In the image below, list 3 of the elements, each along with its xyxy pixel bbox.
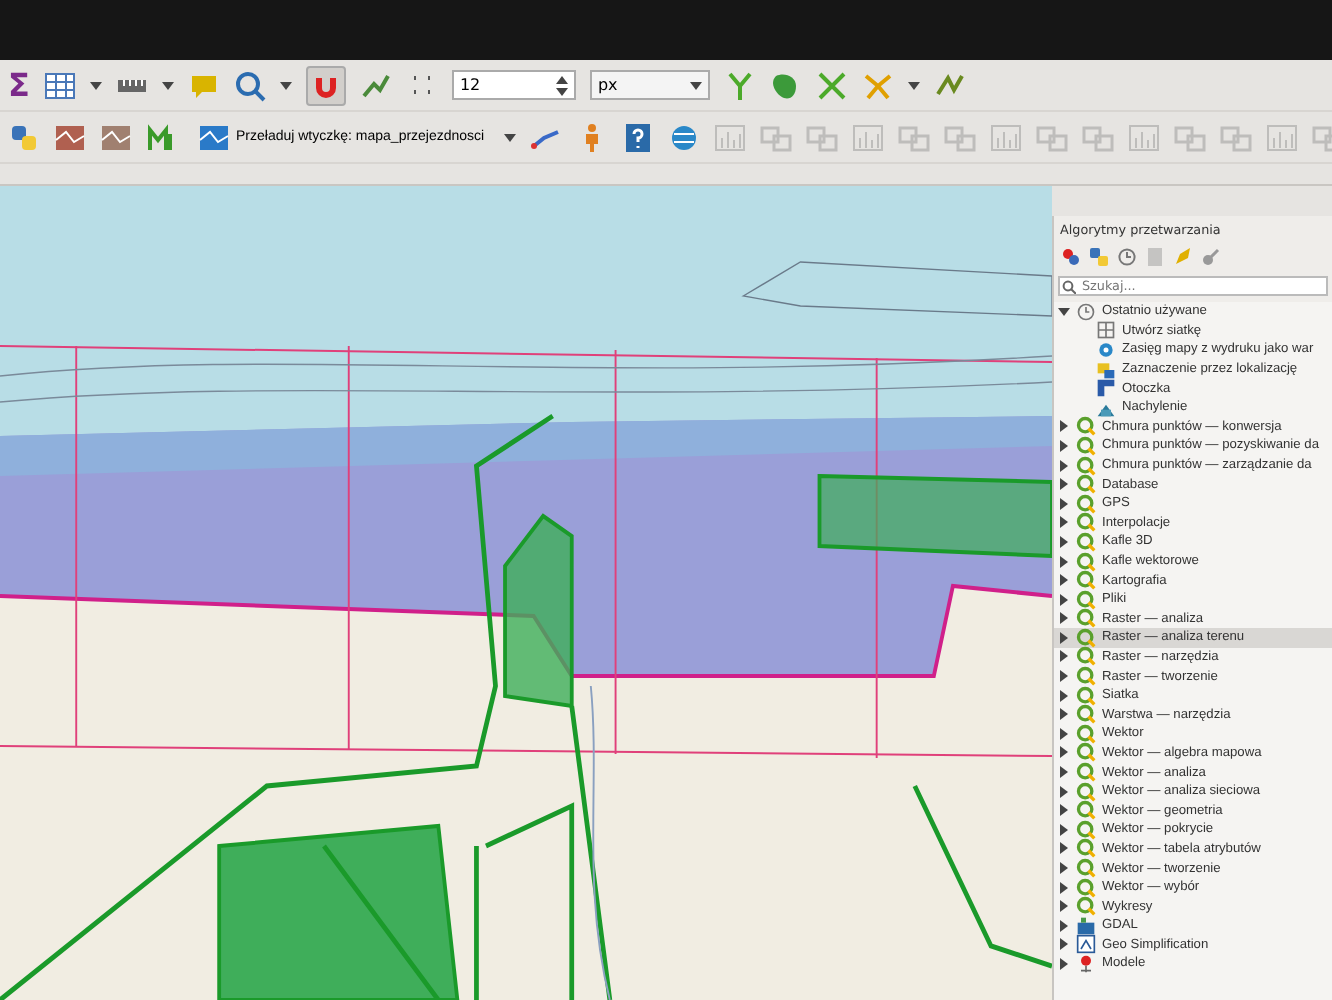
unit-dropdown[interactable]: px — [589, 70, 710, 100]
tolerance-field[interactable]: 12 — [451, 70, 576, 100]
sum-symbol[interactable]: Σ — [8, 66, 30, 104]
